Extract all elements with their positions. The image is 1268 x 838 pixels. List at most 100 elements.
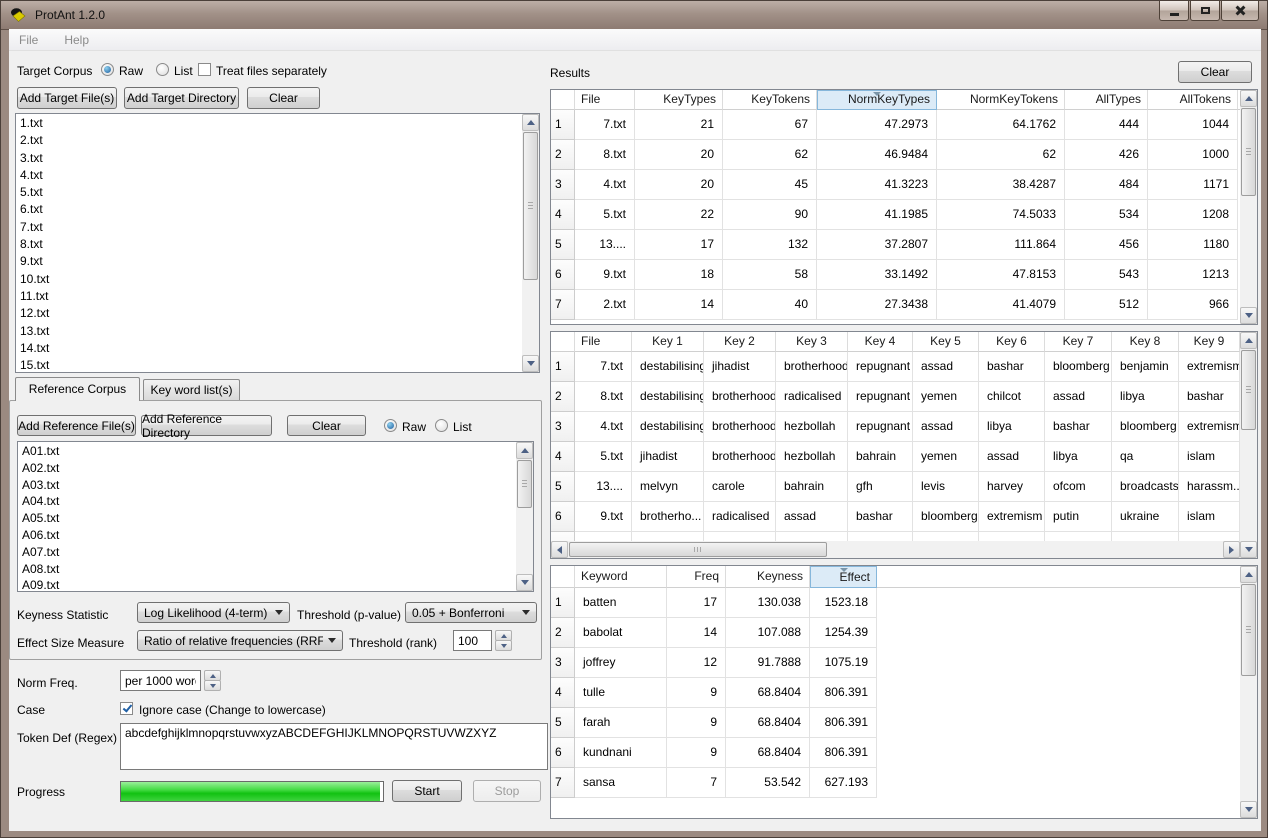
add-target-files-button[interactable]: Add Target File(s) [17,87,117,109]
scroll-down-button[interactable] [1240,541,1257,558]
spin-down-button[interactable] [204,680,221,691]
reference-raw-radio[interactable] [384,419,397,432]
token-def-input[interactable]: abcdefghijklmnopqrstuvwxyzABCDEFGHIJKLMN… [120,723,548,770]
norm-freq-spinner[interactable] [204,670,221,691]
column-header[interactable]: Keyword [575,566,667,588]
add-reference-directory-button[interactable]: Add Reference Directory [141,415,272,436]
list-item[interactable]: A01.txt [22,443,516,460]
column-header[interactable]: AllTypes [1065,90,1148,110]
table-row[interactable]: 72.txtdestabilisingjihadist [551,532,1240,541]
threshold-pvalue-select[interactable]: 0.05 + Bonferroni [405,602,537,623]
list-item[interactable]: 6.txt [20,201,522,218]
list-item[interactable]: A02.txt [22,460,516,477]
table-row[interactable]: 7sansa753.542627.193 [551,768,1240,798]
scroll-up-button[interactable] [1240,332,1257,349]
scroll-thumb[interactable] [569,542,827,557]
clear-results-button[interactable]: Clear [1178,61,1252,83]
scroll-thumb[interactable] [523,132,538,280]
table-row[interactable]: 69.txt185833.149247.81535431213 [551,260,1240,290]
list-item[interactable]: A05.txt [22,510,516,527]
column-header[interactable]: Key 7 [1045,332,1112,352]
table-row[interactable]: 513....melvyncarolebahraingfhlevisharvey… [551,472,1240,502]
column-header[interactable]: KeyTypes [635,90,723,110]
target-list-radio[interactable] [156,63,169,76]
list-item[interactable]: 7.txt [20,219,522,236]
scroll-up-button[interactable] [1240,566,1257,583]
table-row[interactable]: 3joffrey1291.78881075.19 [551,648,1240,678]
scroll-thumb[interactable] [1241,584,1256,676]
table-row[interactable]: 17.txtdestabilisingjihadistbrotherhoodre… [551,352,1240,382]
column-header[interactable]: AllTokens [1148,90,1238,110]
maximize-button[interactable] [1190,1,1220,21]
list-item[interactable]: 13.txt [20,323,522,340]
menu-file[interactable]: File [17,31,48,49]
column-header[interactable]: Freq [667,566,726,588]
scroll-down-button[interactable] [522,355,539,372]
tab-keyword-lists[interactable]: Key word list(s) [143,379,240,401]
table-row[interactable]: 4tulle968.8404806.391 [551,678,1240,708]
target-file-list[interactable]: 1.txt2.txt3.txt4.txt5.txt6.txt7.txt8.txt… [15,113,540,373]
table-row[interactable]: 45.txt229041.198574.50335341208 [551,200,1240,230]
list-item[interactable]: 14.txt [20,340,522,357]
column-header[interactable]: Key 9 [1179,332,1240,352]
list-item[interactable]: 11.txt [20,288,522,305]
keyness-statistic-select[interactable]: Log Likelihood (4-term) [137,602,290,623]
threshold-rank-spinner[interactable] [495,630,512,651]
target-raw-label[interactable]: Raw [119,64,143,78]
clear-reference-button[interactable]: Clear [287,415,366,436]
table-row[interactable]: 28.txtdestabilisingbrotherhoodradicalise… [551,382,1240,412]
reference-raw-label[interactable]: Raw [402,420,426,434]
column-header[interactable]: File [575,332,632,352]
ignore-case-checkbox[interactable] [120,702,133,715]
target-list-scrollbar[interactable] [522,114,539,372]
table-row[interactable]: 34.txtdestabilisingbrotherhoodhezbollahr… [551,412,1240,442]
column-header[interactable]: Key 4 [848,332,913,352]
stop-button[interactable]: Stop [473,780,541,802]
scroll-down-button[interactable] [1240,307,1257,324]
close-button[interactable] [1221,1,1259,21]
table-row[interactable]: 513....1713237.2807111.8644561180 [551,230,1240,260]
reference-file-list[interactable]: A01.txtA02.txtA03.txtA04.txtA05.txtA06.t… [17,441,534,592]
reference-list-scrollbar[interactable] [516,442,533,591]
table-row[interactable]: 5farah968.8404806.391 [551,708,1240,738]
add-reference-files-button[interactable]: Add Reference File(s) [17,415,136,436]
list-item[interactable]: 9.txt [20,253,522,270]
minimize-button[interactable] [1159,1,1189,21]
treat-files-separately-label[interactable]: Treat files separately [216,64,327,78]
title-bar[interactable]: ProtAnt 1.2.0 [1,1,1267,30]
table-row[interactable]: 69.txtbrotherho...radicalisedassadbashar… [551,502,1240,532]
files-table-scrollbar[interactable] [1240,90,1257,324]
ignore-case-label[interactable]: Ignore case (Change to lowercase) [139,703,326,717]
scroll-down-button[interactable] [516,574,533,591]
list-item[interactable]: A09.txt [22,577,516,591]
list-item[interactable]: A08.txt [22,561,516,578]
scroll-right-button[interactable] [1223,541,1240,558]
spin-down-button[interactable] [495,640,512,651]
list-item[interactable]: 4.txt [20,167,522,184]
table-row[interactable]: 6kundnani968.8404806.391 [551,738,1240,768]
keywords-table-scrollbar[interactable] [1240,566,1257,818]
list-item[interactable]: 1.txt [20,115,522,132]
keys-table-scrollbar[interactable] [1240,332,1257,558]
column-header[interactable]: Key 6 [979,332,1045,352]
column-header[interactable]: Key 3 [776,332,848,352]
target-list-label[interactable]: List [174,64,193,78]
results-keys-table[interactable]: FileKey 1Key 2Key 3Key 4Key 5Key 6Key 7K… [550,331,1258,559]
list-item[interactable]: A03.txt [22,477,516,494]
menu-help[interactable]: Help [62,31,99,49]
start-button[interactable]: Start [392,780,462,802]
scroll-up-button[interactable] [522,114,539,131]
column-header[interactable]: Key 2 [704,332,776,352]
table-row[interactable]: 45.txtjihadistbrotherhoodhezbollahbahrai… [551,442,1240,472]
column-header[interactable]: NormKeyTokens [937,90,1065,110]
scroll-thumb[interactable] [517,460,532,508]
column-header[interactable]: NormKeyTypes [817,90,937,110]
table-row[interactable]: 1batten17130.0381523.18 [551,588,1240,618]
table-row[interactable]: 34.txt204541.322338.42874841171 [551,170,1240,200]
column-header[interactable]: File [575,90,635,110]
column-header[interactable]: Key 5 [913,332,979,352]
effect-size-select[interactable]: Ratio of relative frequencies (RRF) [137,630,343,651]
list-item[interactable]: 12.txt [20,305,522,322]
list-item[interactable]: 3.txt [20,150,522,167]
reference-list-radio[interactable] [435,419,448,432]
